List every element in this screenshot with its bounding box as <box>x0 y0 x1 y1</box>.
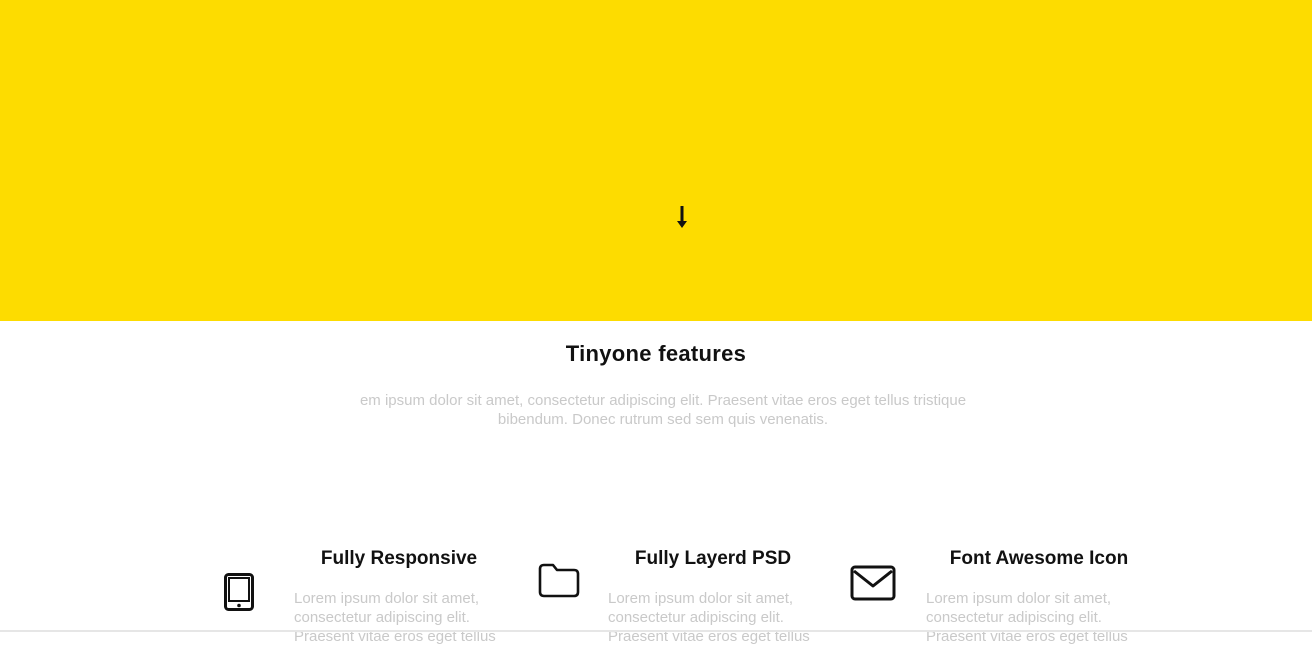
feature-fully-responsive: Fully Responsive Lorem ipsum dolor sit a… <box>214 540 514 645</box>
feature-title: Font Awesome Icon <box>949 548 1129 569</box>
feature-title: Fully Responsive <box>320 548 478 569</box>
feature-title: Fully Layerd PSD <box>634 548 792 569</box>
folder-icon <box>538 563 580 598</box>
feature-text: Lorem ipsum dolor sit amet, consectetur … <box>926 590 1128 645</box>
features-title: Tinyone features <box>565 341 747 366</box>
hero-banner <box>0 0 1312 321</box>
feature-fully-layered-psd: Fully Layerd PSD Lorem ipsum dolor sit a… <box>528 540 828 645</box>
arrow-down-icon[interactable] <box>674 205 690 231</box>
features-intro: em ipsum dolor sit amet, consectetur adi… <box>359 392 967 428</box>
envelope-icon <box>850 565 896 601</box>
feature-text: Lorem ipsum dolor sit amet, consectetur … <box>608 590 810 645</box>
feature-font-awesome-icon: Font Awesome Icon Lorem ipsum dolor sit … <box>846 540 1146 645</box>
tablet-icon <box>224 573 254 611</box>
feature-text: Lorem ipsum dolor sit amet, consectetur … <box>294 590 496 645</box>
